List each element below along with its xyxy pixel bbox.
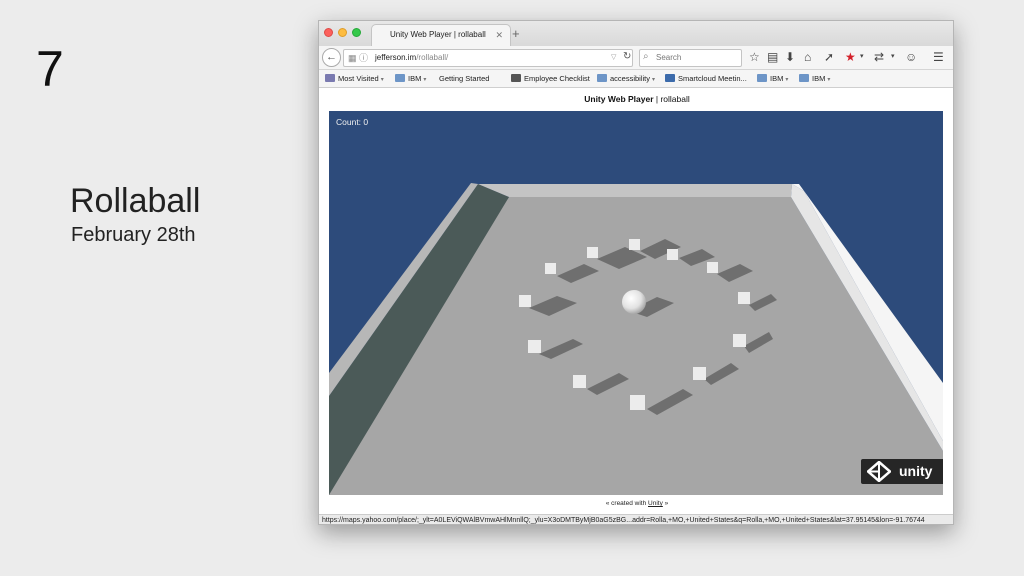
search-input[interactable]: ⌕ Search bbox=[639, 49, 742, 67]
folder-icon bbox=[757, 74, 767, 82]
chat-icon[interactable]: ☺ bbox=[905, 50, 917, 64]
unity-link[interactable]: Unity bbox=[648, 500, 663, 507]
bookmark-accessibility[interactable]: accessibility ▾ bbox=[597, 73, 655, 86]
tab-close-icon[interactable]: ✕ bbox=[495, 25, 503, 45]
reload-icon[interactable]: ↻ bbox=[623, 49, 631, 65]
sync-icon[interactable]: ⇄ bbox=[874, 50, 884, 64]
reading-list-icon[interactable]: ▤ bbox=[767, 50, 778, 64]
bookmark-employee-checklist[interactable]: Employee Checklist bbox=[511, 73, 590, 84]
tab-title: Unity Web Player | rollaball bbox=[390, 30, 486, 39]
wc-icon bbox=[511, 74, 521, 82]
slide-date: February 28th bbox=[71, 224, 196, 246]
created-with-credit: « created with Unity » bbox=[605, 500, 669, 507]
maximize-window-button[interactable] bbox=[352, 28, 361, 37]
back-arrow-icon: ← bbox=[326, 51, 337, 63]
bookmark-ibm-folder-2[interactable]: IBM ▾ bbox=[757, 73, 788, 86]
identity-icon[interactable]: ▦ ⓘ bbox=[348, 50, 368, 66]
menu-icon[interactable]: ☰ bbox=[933, 50, 944, 64]
bookmark-ibm-folder[interactable]: IBM ▾ bbox=[395, 73, 426, 86]
folder-icon bbox=[799, 74, 809, 82]
slide-number: 7 bbox=[36, 41, 64, 97]
bookmark-ibm-folder-3[interactable]: IBM ▾ bbox=[799, 73, 830, 86]
slide-title: Rollaball bbox=[70, 182, 201, 220]
unity-logo-icon bbox=[867, 461, 891, 482]
bookmark-most-visited[interactable]: Most Visited ▾ bbox=[325, 73, 384, 86]
sync-dropdown-icon[interactable]: ▾ bbox=[891, 50, 895, 64]
bookmark-star-icon[interactable]: ☆ bbox=[749, 50, 760, 64]
bookmark-smartcloud[interactable]: Smartcloud Meetin... bbox=[665, 73, 747, 84]
favorite-star-icon[interactable]: ★ bbox=[845, 50, 856, 64]
navigation-toolbar: ← ▦ ⓘ jefferson.im/rollaball/ ▽ ↻ ⌕ Sear… bbox=[319, 46, 953, 70]
title-bar: Unity Web Player | rollaball ✕ + bbox=[319, 21, 953, 46]
url-bar[interactable]: ▦ ⓘ jefferson.im/rollaball/ ▽ ↻ bbox=[343, 49, 633, 67]
close-window-button[interactable] bbox=[324, 28, 333, 37]
unity-badge-label: unity bbox=[899, 463, 933, 479]
url-dropdown-icon[interactable]: ▽ bbox=[611, 50, 616, 66]
player-ball bbox=[622, 290, 646, 314]
page-content: Unity Web Player | rollaball Count: 0 un… bbox=[319, 88, 953, 524]
bookmark-getting-started[interactable]: Getting Started bbox=[439, 73, 953, 524]
far-wall bbox=[478, 184, 792, 197]
game-scene bbox=[329, 183, 943, 495]
new-tab-button[interactable]: + bbox=[512, 26, 520, 41]
home-icon[interactable]: ⌂ bbox=[804, 50, 811, 64]
search-icon: ⌕ bbox=[643, 51, 649, 62]
url-text: jefferson.im/rollaball/ bbox=[375, 53, 449, 62]
unity-badge[interactable]: unity bbox=[861, 459, 943, 484]
status-bar: https://maps.yahoo.com/place/;_ylt=A0LEV… bbox=[319, 514, 953, 524]
browser-window: Unity Web Player | rollaball ✕ + ← ▦ ⓘ j… bbox=[318, 20, 954, 525]
favorite-dropdown-icon[interactable]: ▾ bbox=[860, 50, 864, 64]
send-icon[interactable]: ➚ bbox=[824, 50, 834, 64]
folder-icon bbox=[597, 74, 607, 82]
most-visited-icon bbox=[325, 74, 335, 82]
folder-icon bbox=[395, 74, 405, 82]
ibm-icon bbox=[665, 74, 675, 82]
page-heading: Unity Web Player | rollaball bbox=[584, 94, 690, 104]
count-label: Count: 0 bbox=[336, 117, 369, 127]
downloads-icon[interactable]: ⬇ bbox=[785, 50, 795, 64]
unity-player[interactable]: Count: 0 unity bbox=[329, 111, 943, 495]
bookmarks-bar: Most Visited ▾ IBM ▾ Getting Started Emplo… bbox=[319, 70, 953, 524]
minimize-window-button[interactable] bbox=[338, 28, 347, 37]
tab-rollaball[interactable]: Unity Web Player | rollaball ✕ bbox=[371, 24, 511, 46]
back-button[interactable]: ← bbox=[322, 48, 341, 67]
